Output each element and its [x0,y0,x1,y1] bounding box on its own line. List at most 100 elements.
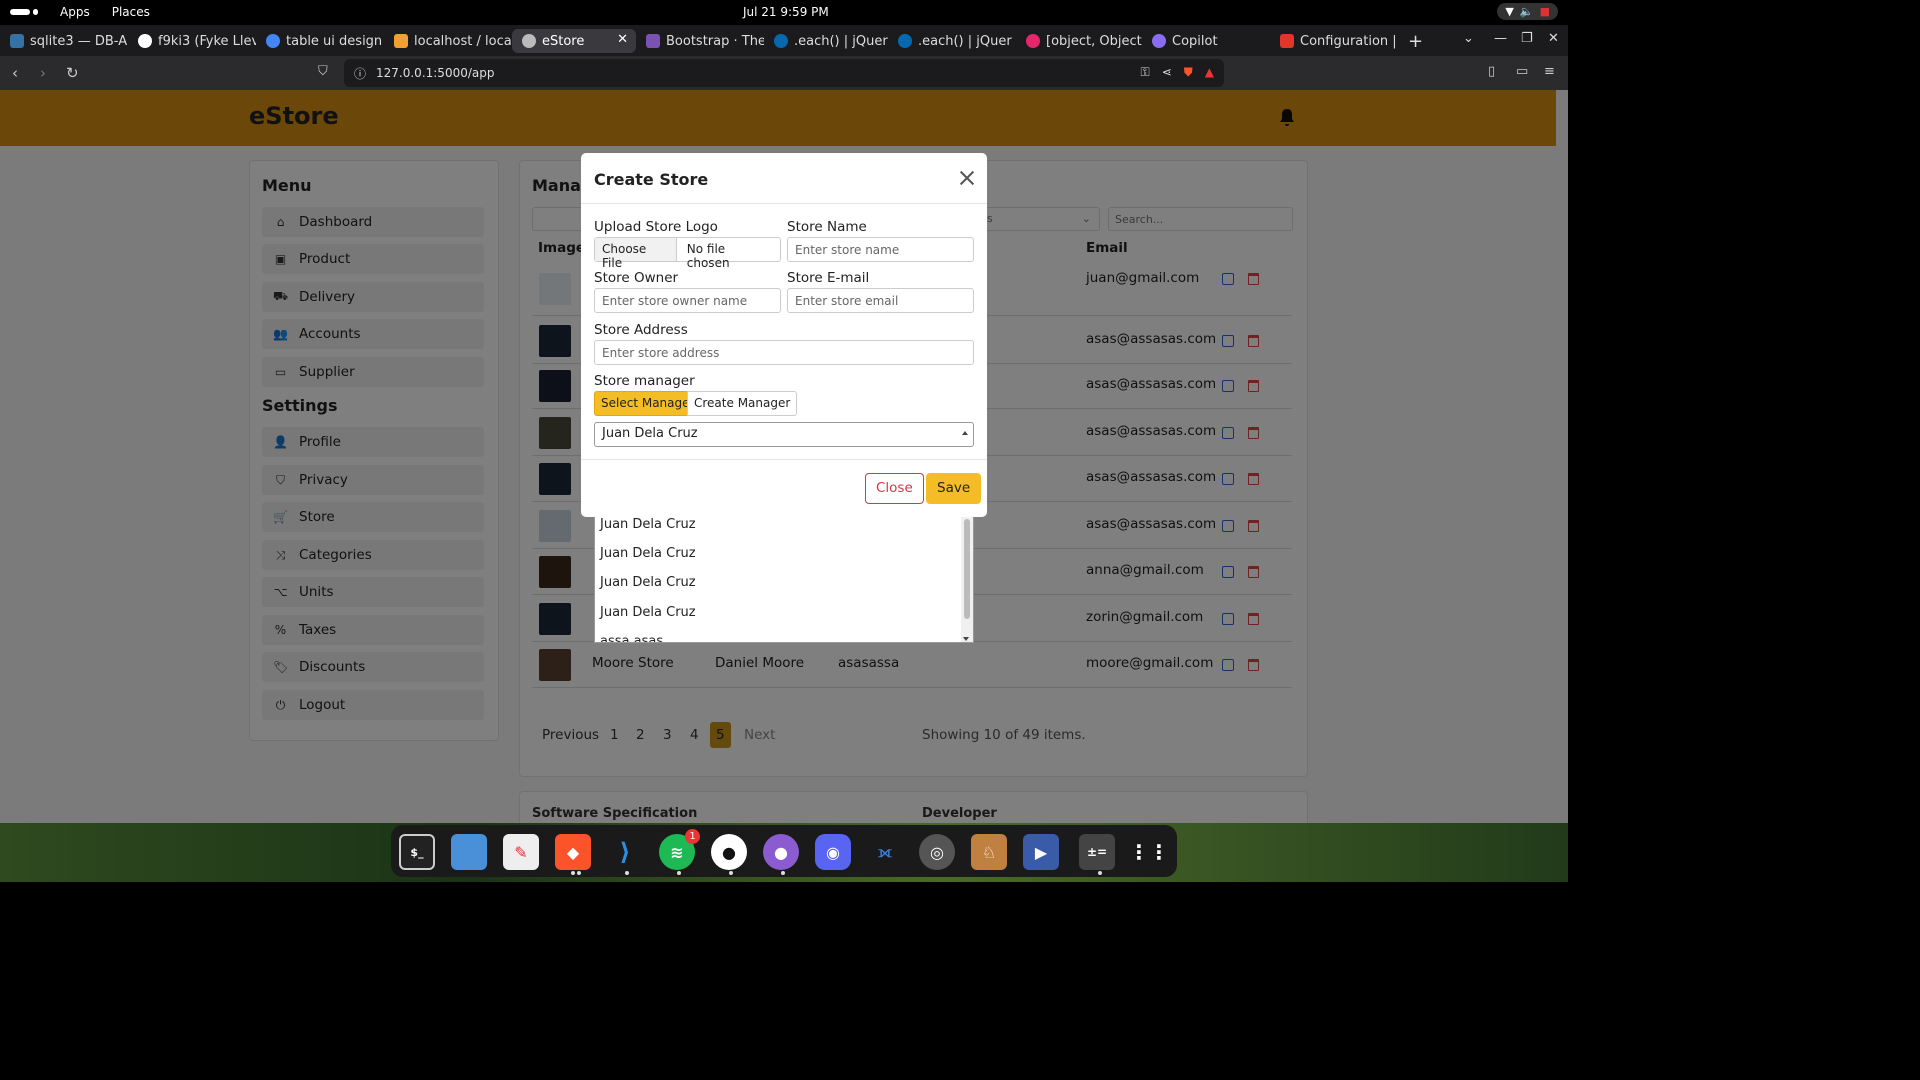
tab-bootstrap[interactable]: Bootstrap · The [636,29,764,53]
brave-rewards-icon[interactable]: ▲ [1205,65,1214,80]
apps-menu[interactable]: Apps [60,5,90,19]
create-store-modal: Create Store Upload Store Logo Choose Fi… [581,153,987,517]
browser-toolbar: ‹ › ↻ ⛉ ⓘ 127.0.0.1:5000/app ⚿ ⋖ ⛊ ▲ ▯ ▭… [0,56,1568,90]
running-indicator [781,871,785,875]
close-tab-icon[interactable]: ✕ [617,32,628,47]
choose-file-button[interactable]: Choose File [595,238,677,270]
tab-jquery-2[interactable]: .each() | jQuery / [888,29,1012,53]
back-icon[interactable]: ‹ [12,64,18,82]
app-grid-icon[interactable]: ⋮⋮ [1129,834,1169,870]
clock[interactable]: Jul 21 9:59 PM [743,5,829,19]
notification-badge: 1 [685,829,700,844]
maximize-icon[interactable]: ❐ [1521,31,1533,46]
store-owner-input[interactable] [594,288,781,313]
github-desktop-icon[interactable]: ● [711,834,747,870]
save-button[interactable]: Save [926,473,982,504]
reload-icon[interactable]: ↻ [66,64,79,82]
globe-icon [522,34,536,48]
manager-option[interactable]: Juan Dela Cruz [600,605,696,620]
running-indicator [677,871,681,875]
files-icon[interactable] [451,834,487,870]
close-icon[interactable] [959,170,975,186]
brave-shield-icon[interactable]: ⛊ [1184,65,1193,80]
wallet-icon[interactable]: ▭ [1516,64,1528,79]
select-manager-toggle[interactable]: Select Manager [594,391,702,416]
game-icon[interactable]: ♘ [971,834,1007,870]
new-tab-button[interactable]: + [1398,29,1428,53]
close-button[interactable]: Close [865,473,924,504]
file-status: No file chosen [686,242,730,270]
system-tray[interactable]: ▼ 🔈 ■ [1497,3,1558,20]
tab-jquery-1[interactable]: .each() | jQuery / [764,29,888,53]
dock: $_ ✎ ◆ ⟩ ≋ ● ● ◉ ⟗ ◎ ♘ ▶ ±= ⋮⋮ [391,825,1177,877]
copilot-icon [1152,34,1166,48]
calculator-icon[interactable]: ±= [1079,834,1115,870]
sidebar-icon[interactable]: ▯ [1488,64,1495,79]
tab-object[interactable]: [object, Object] [1016,29,1142,53]
google-icon [266,34,280,48]
obs-icon[interactable]: ◎ [919,834,955,870]
phpmyadmin-icon [394,34,408,48]
modal-title: Create Store [594,170,709,189]
tab-google[interactable]: table ui design - [256,29,384,53]
bookmark-icon[interactable]: ⛉ [318,64,328,79]
menu-icon[interactable]: ≡ [1544,64,1555,79]
key-icon[interactable]: ⚿ [1141,65,1150,80]
store-manager-label: Store manager [594,373,695,389]
options-scrollbar[interactable] [961,517,973,642]
minimize-icon[interactable]: — [1494,31,1507,46]
python-icon [10,34,24,48]
store-name-label: Store Name [787,219,867,235]
tab-estore[interactable]: eStore ✕ [512,29,636,53]
power-icon: ■ [1539,5,1550,18]
places-menu[interactable]: Places [112,5,150,19]
system-top-bar: Apps Places Jul 21 9:59 PM ▼ 🔈 ■ [0,0,1568,25]
modal-footer-divider [581,459,987,460]
manager-option[interactable]: assa asas [600,634,663,642]
volume-icon: 🔈 [1519,5,1534,18]
browser-tab-bar: sqlite3 — DB-AP f9ki3 (Fyke Lleva table … [0,25,1568,56]
jquery-icon [774,34,788,48]
store-address-input[interactable] [594,340,974,365]
app-icon[interactable]: ⟗ [867,834,903,870]
address-bar[interactable]: ⓘ 127.0.0.1:5000/app ⚿ ⋖ ⛊ ▲ [344,59,1224,87]
tab-phpmyadmin[interactable]: localhost / locall [384,29,512,53]
tab-github[interactable]: f9ki3 (Fyke Lleva [128,29,256,53]
scroll-down-icon[interactable] [963,637,969,641]
modal-header-divider [581,203,987,204]
caret-up-icon [962,431,968,435]
tab-configuration[interactable]: Configuration | S [1270,29,1396,53]
configuration-icon [1280,34,1294,48]
logo-label: Upload Store Logo [594,219,718,235]
activities-indicator[interactable] [10,7,38,17]
text-editor-icon[interactable]: ✎ [503,834,539,870]
vscode-icon[interactable]: ⟩ [607,834,643,870]
site-info-icon[interactable]: ⓘ [354,65,366,82]
brave-icon[interactable]: ◆ [555,834,591,870]
logo-file-input[interactable]: Choose File No file chosen [594,237,781,270]
create-manager-toggle[interactable]: Create Manager [687,391,798,416]
bootstrap-icon [646,34,660,48]
tab-copilot[interactable]: Copilot [1142,29,1268,53]
terminal-icon[interactable]: $_ [399,834,435,870]
github-icon[interactable]: ● [763,834,799,870]
forward-icon[interactable]: › [40,64,46,82]
store-owner-label: Store Owner [594,270,679,286]
jquery-icon [898,34,912,48]
manager-select[interactable]: Juan Dela Cruz [594,422,974,447]
close-window-icon[interactable]: ✕ [1548,31,1559,46]
running-indicator [1098,871,1102,875]
running-indicator [729,871,733,875]
manager-option[interactable]: Juan Dela Cruz [600,575,696,590]
manager-option[interactable]: Juan Dela Cruz [600,546,696,561]
video-editor-icon[interactable]: ▶ [1023,834,1059,870]
share-icon[interactable]: ⋖ [1162,65,1172,80]
url-text: 127.0.0.1:5000/app [376,66,495,80]
tab-sqlite[interactable]: sqlite3 — DB-AP [0,29,128,53]
manager-option[interactable]: Juan Dela Cruz [600,517,696,532]
scrollbar-thumb[interactable] [964,519,970,619]
tab-list-icon[interactable]: ⌄ [1463,31,1474,46]
store-email-input[interactable] [787,288,974,313]
discord-icon[interactable]: ◉ [815,834,851,870]
store-name-input[interactable] [787,237,974,262]
